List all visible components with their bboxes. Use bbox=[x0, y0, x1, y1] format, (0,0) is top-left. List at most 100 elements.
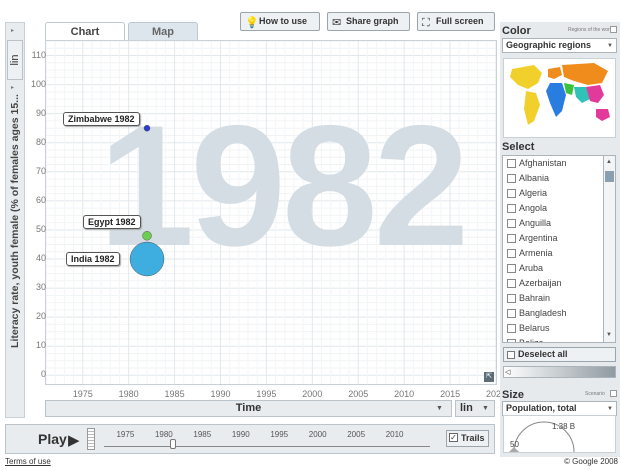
copyright-text: © Google 2008 bbox=[564, 457, 618, 466]
y-tick-label: 20 bbox=[35, 311, 46, 322]
country-label: Armenia bbox=[519, 248, 553, 258]
country-checkbox[interactable] bbox=[507, 159, 516, 168]
x-tick-label: 2000 bbox=[302, 389, 323, 399]
chevron-down-icon: ▼ bbox=[607, 43, 613, 49]
x-tick-label: 1985 bbox=[164, 389, 185, 399]
y-tick-label: 80 bbox=[35, 136, 46, 147]
country-list-item[interactable]: Albania bbox=[503, 171, 603, 186]
x-tick-label: 2010 bbox=[394, 389, 415, 399]
trails-checkbox[interactable]: ✓ bbox=[449, 433, 458, 442]
size-expand-icon[interactable] bbox=[610, 390, 617, 397]
country-label: Albania bbox=[519, 173, 550, 183]
play-button[interactable]: Play bbox=[38, 431, 67, 447]
timeline-tick-label: 1990 bbox=[231, 430, 250, 439]
country-checkbox[interactable] bbox=[507, 174, 516, 183]
world-map-icon bbox=[510, 63, 610, 125]
y-tick-label: 30 bbox=[35, 282, 46, 293]
color-indicator-dropdown[interactable]: Geographic regions ▼ bbox=[502, 38, 617, 53]
x-scale-dropdown-icon[interactable]: ▼ bbox=[482, 405, 489, 412]
slider-handle-icon[interactable]: ◁ bbox=[505, 368, 510, 376]
zoom-icon[interactable]: ⇱ bbox=[484, 372, 494, 382]
country-list-item[interactable]: Belize bbox=[503, 336, 603, 343]
country-checkbox[interactable] bbox=[507, 339, 516, 342]
y-axis-indicator-selector[interactable]: Literacy rate, youth female (% of female… bbox=[9, 56, 21, 386]
deselect-all-button[interactable]: Deselect all bbox=[503, 347, 616, 362]
size-legend-max: 1.38 B bbox=[552, 422, 576, 431]
country-checkbox[interactable] bbox=[507, 189, 516, 198]
size-indicator-value: Population, total bbox=[506, 403, 577, 413]
country-list-item[interactable]: Aruba bbox=[503, 261, 603, 276]
terms-of-use-link[interactable]: Terms of use bbox=[5, 457, 51, 466]
deselect-all-checkbox[interactable] bbox=[507, 351, 515, 359]
country-label: Aruba bbox=[519, 263, 544, 273]
x-axis-dropdown-icon[interactable]: ▼ bbox=[436, 405, 443, 412]
country-checkbox[interactable] bbox=[507, 204, 516, 213]
country-checkbox[interactable] bbox=[507, 249, 516, 258]
share-graph-button[interactable]: ✉ Share graph bbox=[327, 12, 410, 31]
country-list-item[interactable]: Belarus bbox=[503, 321, 603, 336]
scrollbar-thumb[interactable] bbox=[605, 171, 614, 182]
country-select-list[interactable]: Afghanistan Albania Algeria Angola Anguilla A… bbox=[502, 155, 604, 343]
tab-map[interactable]: Map bbox=[128, 22, 198, 40]
country-list-scrollbar[interactable]: ▲ ▼ bbox=[603, 155, 616, 343]
country-label: Bangladesh bbox=[519, 308, 567, 318]
timeline-tick-label: 1975 bbox=[116, 430, 135, 439]
timeline-tick-label: 2005 bbox=[347, 430, 366, 439]
country-checkbox[interactable] bbox=[507, 324, 516, 333]
country-label: Belize bbox=[519, 338, 544, 343]
country-list-item[interactable]: Angola bbox=[503, 201, 603, 216]
timeline-tick-label: 1985 bbox=[193, 430, 212, 439]
x-tick-label: 1975 bbox=[72, 389, 93, 399]
country-label: Belarus bbox=[519, 323, 550, 333]
bubble-label-india: India 1982 bbox=[66, 252, 120, 266]
speed-slider[interactable] bbox=[87, 428, 95, 450]
size-indicator-dropdown[interactable]: Population, total ▼ bbox=[502, 401, 617, 416]
timeline-handle[interactable] bbox=[170, 439, 176, 449]
country-list-item[interactable]: Argentina bbox=[503, 231, 603, 246]
country-list-item[interactable]: Armenia bbox=[503, 246, 603, 261]
color-expand-icon[interactable] bbox=[610, 26, 617, 33]
country-label: Azerbaijan bbox=[519, 278, 562, 288]
size-panel-title: Size bbox=[502, 389, 525, 401]
country-list-item[interactable]: Bahrain bbox=[503, 291, 603, 306]
country-list-item[interactable]: Afghanistan bbox=[503, 156, 603, 171]
x-scale-selector[interactable]: lin bbox=[455, 400, 495, 417]
country-label: Argentina bbox=[519, 233, 558, 243]
how-to-use-button[interactable]: 💡 How to use bbox=[240, 12, 320, 31]
play-icon[interactable]: ▶ bbox=[68, 431, 80, 449]
country-checkbox[interactable] bbox=[507, 279, 516, 288]
timeline-track[interactable] bbox=[104, 446, 430, 447]
world-map-legend[interactable] bbox=[503, 58, 616, 138]
timeline-tick-label: 2000 bbox=[308, 430, 327, 439]
country-list-item[interactable]: Algeria bbox=[503, 186, 603, 201]
timeline-tick-label: 1995 bbox=[270, 430, 289, 439]
envelope-icon: ✉ bbox=[332, 17, 342, 29]
country-list-item[interactable]: Anguilla bbox=[503, 216, 603, 231]
y-tick-label: 70 bbox=[35, 165, 46, 176]
x-scale-label: lin bbox=[460, 402, 473, 414]
x-axis-title: Time bbox=[235, 402, 262, 414]
x-tick-label: 1980 bbox=[118, 389, 139, 399]
x-tick-label: 2015 bbox=[440, 389, 461, 399]
country-list-item[interactable]: Azerbaijan bbox=[503, 276, 603, 291]
full-screen-button[interactable]: ⛶ Full screen bbox=[417, 12, 495, 31]
tab-chart[interactable]: Chart bbox=[45, 22, 125, 40]
timeline-tick-label: 2010 bbox=[385, 430, 404, 439]
deselect-all-label: Deselect all bbox=[518, 349, 568, 359]
y-tick-label: 60 bbox=[35, 194, 46, 205]
country-checkbox[interactable] bbox=[507, 309, 516, 318]
country-checkbox[interactable] bbox=[507, 294, 516, 303]
country-label: Angola bbox=[519, 203, 548, 213]
country-checkbox[interactable] bbox=[507, 219, 516, 228]
country-list-item[interactable]: Bangladesh bbox=[503, 306, 603, 321]
color-panel-title: Color bbox=[502, 25, 531, 37]
country-checkbox[interactable] bbox=[507, 234, 516, 243]
opacity-slider[interactable]: ◁ bbox=[503, 366, 616, 378]
y-tick-label: 50 bbox=[35, 223, 46, 234]
country-checkbox[interactable] bbox=[507, 264, 516, 273]
scroll-down-icon[interactable]: ▼ bbox=[606, 332, 612, 338]
size-legend-min: 50 bbox=[510, 440, 519, 449]
scroll-up-icon[interactable]: ▲ bbox=[606, 159, 612, 165]
y-axis-expand-icon[interactable]: ▸ bbox=[11, 27, 14, 34]
trails-label: Trails bbox=[461, 433, 485, 443]
